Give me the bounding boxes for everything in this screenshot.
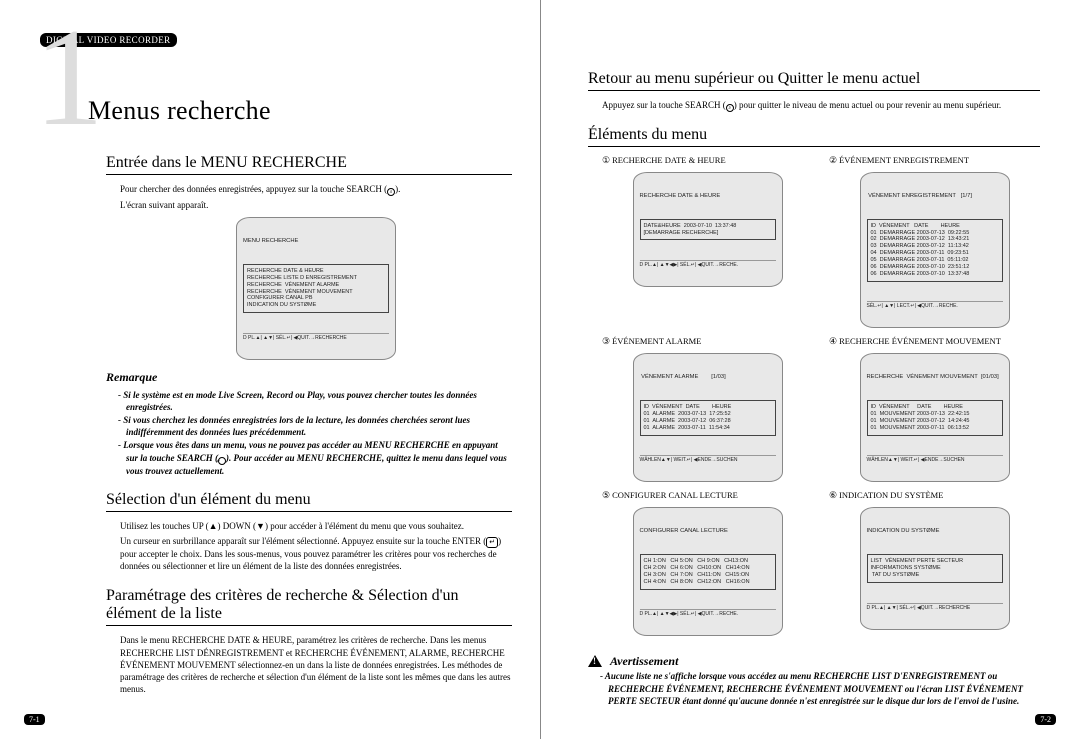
enter-icon: ↵ — [486, 537, 498, 548]
remark-item: Si vous cherchez les données enregistrée… — [126, 414, 512, 438]
section-heading: Sélection d'un élément du menu — [106, 491, 512, 509]
section-retour-menu: Retour au menu supérieur ou Quitter le m… — [588, 70, 1040, 112]
item-number: ④ — [829, 336, 837, 346]
item-number: ⑥ — [829, 490, 837, 500]
screens-grid: ①RECHERCHE DATE & HEURE RECHERCHE DATE &… — [602, 155, 1040, 638]
grid-cell: ①RECHERCHE DATE & HEURE RECHERCHE DATE &… — [602, 155, 813, 330]
item-number: ② — [829, 155, 837, 165]
page-right: Retour au menu supérieur ou Quitter le m… — [540, 0, 1080, 739]
section-parametrage: Paramétrage des critères de recherche & … — [106, 587, 512, 695]
item-number: ③ — [602, 336, 610, 346]
page-number: 7-2 — [1035, 714, 1056, 725]
grid-cell: ②ÉVÉNEMENT ENREGISTREMENT VÉNEMENT ENREG… — [829, 155, 1040, 330]
section-rule — [588, 90, 1040, 91]
remark-heading: Remarque — [106, 370, 512, 385]
search-icon: ⌕ — [387, 188, 395, 196]
screen-evenement-alarme: VÉNEMENT ALARME [1/03] ID VÉNEMENT DATE … — [633, 353, 783, 482]
screen-evenement-mouvement: RECHERCHE VÉNEMENT MOUVEMENT [01/03] ID … — [860, 353, 1010, 482]
grid-cell: ⑤CONFIGURER CANAL LECTURE CONFIGURER CAN… — [602, 490, 813, 638]
grid-cell: ④RECHERCHE ÉVÉNEMENT MOUVEMENT RECHERCHE… — [829, 336, 1040, 484]
section-selection-element: Sélection d'un élément du menu Utilisez … — [106, 491, 512, 573]
item-label: RECHERCHE DATE & HEURE — [612, 155, 726, 165]
avertissement-item: Aucune liste ne s'affiche lorsque vous a… — [608, 670, 1040, 706]
section-entree-menu: Entrée dans le MENU RECHERCHE Pour cherc… — [106, 154, 512, 477]
item-label: CONFIGURER CANAL LECTURE — [612, 490, 738, 500]
remark-item: Lorsque vous êtes dans un menu, vous ne … — [126, 439, 512, 476]
screen-indication-systeme: INDICATION DU SYSTØME LIST VÉNEMENT PERT… — [860, 507, 1010, 629]
screen-date-heure: RECHERCHE DATE & HEURE DATE&HEURE 2003-0… — [633, 172, 783, 287]
body-text: Un curseur en surbrillance apparaît sur … — [120, 535, 512, 573]
page-number: 7-1 — [24, 714, 45, 725]
remark-list: Si le système est en mode Live Screen, R… — [106, 389, 512, 477]
body-text: Utilisez les touches UP (▲) DOWN (▼) pou… — [120, 520, 512, 532]
avertissement-block: Avertissement Aucune liste ne s'affiche … — [588, 652, 1040, 706]
remark-item: Si le système est en mode Live Screen, R… — [126, 389, 512, 413]
page-left: DIGITAL VIDEO RECORDER 1 Menus recherche… — [0, 0, 540, 739]
avertissement-list: Aucune liste ne s'affiche lorsque vous a… — [588, 670, 1040, 706]
section-heading: Éléments du menu — [588, 126, 1040, 144]
screen-menu-recherche: MENU RECHERCHE RECHERCHE DATE & HEURE RE… — [236, 217, 396, 360]
chapter-number: 1 — [34, 8, 104, 148]
section-elements-menu: Éléments du menu ①RECHERCHE DATE & HEURE… — [588, 126, 1040, 707]
item-label: ÉVÉNEMENT ENREGISTREMENT — [839, 155, 969, 165]
item-label: ÉVÉNEMENT ALARME — [612, 336, 701, 346]
section-heading: Retour au menu supérieur ou Quitter le m… — [588, 70, 1040, 88]
chapter-header: 1 Menus recherche — [40, 50, 512, 140]
item-label: INDICATION DU SYSTÈME — [839, 490, 943, 500]
avertissement-heading: Avertissement — [610, 654, 678, 668]
section-rule — [106, 625, 512, 626]
body-text: L'écran suivant apparaît. — [120, 199, 512, 211]
screen-configurer-canal: CONFIGURER CANAL LECTURE CH 1:ON CH 5:ON… — [633, 507, 783, 636]
search-icon: ⌕ — [218, 457, 226, 465]
section-rule — [106, 174, 512, 175]
item-label: RECHERCHE ÉVÉNEMENT MOUVEMENT — [839, 336, 1001, 346]
item-number: ⑤ — [602, 490, 610, 500]
section-rule — [106, 511, 512, 512]
item-number: ① — [602, 155, 610, 165]
body-text: Dans le menu RECHERCHE DATE & HEURE, par… — [120, 634, 512, 695]
search-icon: ⌕ — [726, 104, 734, 112]
warning-icon — [588, 655, 602, 667]
section-heading: Entrée dans le MENU RECHERCHE — [106, 154, 512, 172]
grid-cell: ③ÉVÉNEMENT ALARME VÉNEMENT ALARME [1/03]… — [602, 336, 813, 484]
screen-evenement-enregistrement: VÉNEMENT ENREGISTREMENT [1/7] ID VÉNEMEN… — [860, 172, 1010, 328]
body-text: Appuyez sur la touche SEARCH (⌕) pour qu… — [602, 99, 1040, 112]
body-text: Pour chercher des données enregistrées, … — [120, 183, 512, 196]
section-heading: Paramétrage des critères de recherche & … — [106, 587, 512, 624]
grid-cell: ⑥INDICATION DU SYSTÈME INDICATION DU SYS… — [829, 490, 1040, 638]
section-rule — [588, 146, 1040, 147]
chapter-title: Menus recherche — [88, 96, 271, 126]
